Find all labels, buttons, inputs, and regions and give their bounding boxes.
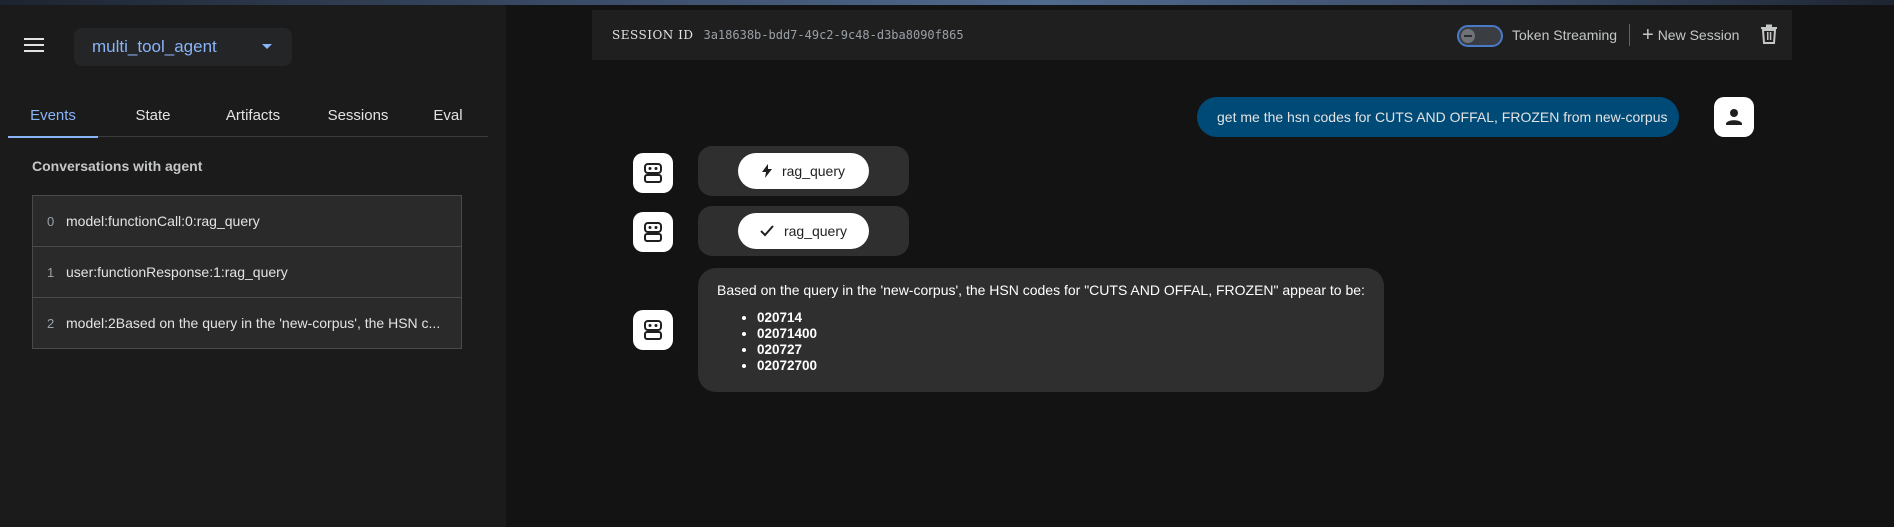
divider	[1629, 24, 1630, 46]
list-item: 02071400	[757, 326, 1365, 342]
chevron-down-icon	[262, 44, 272, 49]
agent-answer-bubble: Based on the query in the 'new-corpus', …	[698, 268, 1384, 392]
event-text: model:2Based on the query in the 'new-co…	[66, 315, 441, 331]
function-call-bubble: rag_query	[698, 146, 909, 196]
agent-select-value: multi_tool_agent	[92, 37, 217, 56]
answer-list: 020714 02071400 020727 02072700	[757, 310, 1365, 374]
list-item: 020727	[757, 342, 1365, 358]
delete-icon[interactable]	[1760, 24, 1778, 44]
sidebar-tabs: Events State Artifacts Sessions Eval	[8, 93, 488, 138]
event-row[interactable]: 2 model:2Based on the query in the 'new-…	[32, 297, 462, 349]
person-icon	[1726, 109, 1742, 125]
check-icon	[760, 225, 774, 237]
function-call-chip[interactable]: rag_query	[738, 153, 869, 189]
menu-icon[interactable]	[24, 38, 46, 56]
function-response-chip[interactable]: rag_query	[738, 213, 869, 249]
event-index: 2	[47, 315, 55, 331]
event-row[interactable]: 1 user:functionResponse:1:rag_query	[32, 246, 462, 298]
bot-avatar	[633, 212, 673, 252]
tab-events[interactable]: Events	[8, 93, 98, 138]
main-panel: SESSION ID 3a18638b-bdd7-49c2-9c48-d3ba8…	[506, 5, 1894, 527]
user-message-text: get me the hsn codes for CUTS AND OFFAL,…	[1217, 109, 1668, 125]
robot-icon	[644, 163, 662, 183]
sidebar: multi_tool_agent Events State Artifacts …	[0, 5, 506, 527]
event-text: model:functionCall:0:rag_query	[66, 213, 260, 229]
event-index: 0	[47, 213, 55, 229]
robot-icon	[644, 320, 662, 340]
token-streaming-toggle[interactable]	[1457, 25, 1503, 47]
tab-sessions[interactable]: Sessions	[308, 93, 408, 137]
new-session-button[interactable]: + New Session	[1642, 24, 1740, 46]
session-id-value: 3a18638b-bdd7-49c2-9c48-d3ba8090f865	[703, 28, 964, 42]
toggle-knob	[1461, 29, 1475, 43]
new-session-label: New Session	[1657, 27, 1740, 43]
user-avatar	[1714, 97, 1754, 137]
agent-select[interactable]: multi_tool_agent	[74, 28, 292, 66]
tab-state[interactable]: State	[108, 93, 198, 137]
bolt-icon	[761, 164, 772, 178]
list-item: 020714	[757, 310, 1365, 326]
function-call-label: rag_query	[781, 163, 846, 179]
event-index: 1	[47, 264, 55, 280]
bot-avatar	[633, 310, 673, 350]
session-bar: SESSION ID 3a18638b-bdd7-49c2-9c48-d3ba8…	[592, 10, 1792, 60]
event-list: 0 model:functionCall:0:rag_query 1 user:…	[32, 195, 462, 349]
tab-eval[interactable]: Eval	[408, 93, 488, 137]
answer-intro: Based on the query in the 'new-corpus', …	[717, 282, 1365, 298]
bot-avatar	[633, 153, 673, 193]
function-response-bubble: rag_query	[698, 206, 909, 256]
event-row[interactable]: 0 model:functionCall:0:rag_query	[32, 195, 462, 247]
session-id-label: SESSION ID	[612, 28, 694, 42]
tab-artifacts[interactable]: Artifacts	[203, 93, 303, 137]
conversations-title: Conversations with agent	[32, 158, 203, 174]
list-item: 02072700	[757, 358, 1365, 374]
token-streaming-label: Token Streaming	[1512, 27, 1618, 43]
event-text: user:functionResponse:1:rag_query	[66, 264, 288, 280]
user-message-bubble: get me the hsn codes for CUTS AND OFFAL,…	[1197, 97, 1679, 137]
function-response-label: rag_query	[783, 223, 848, 239]
robot-icon	[644, 222, 662, 242]
plus-icon: +	[1642, 24, 1654, 46]
